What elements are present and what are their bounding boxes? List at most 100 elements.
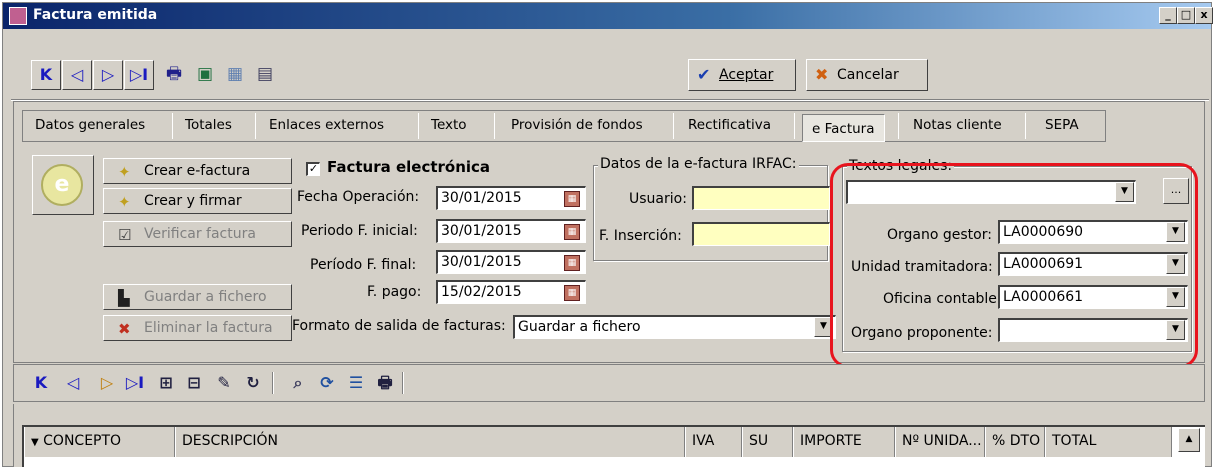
grid-refresh-icon[interactable]: ↻ — [242, 371, 264, 395]
efactura-gear-icon: ✦ — [118, 163, 131, 181]
cancel-button[interactable]: ✖ Cancelar — [806, 59, 928, 91]
f-pago-label: F. pago: — [367, 284, 422, 300]
grid-delete-icon[interactable]: ⊟ — [183, 371, 205, 395]
tab-provision-fondos[interactable]: Provisión de fondos — [502, 111, 652, 141]
last-record-button[interactable]: ▷I — [124, 60, 154, 90]
first-record-button[interactable]: K — [31, 60, 61, 90]
grid-col-concepto[interactable]: ▼ CONCEPTO — [25, 427, 175, 457]
efactura-sign-icon: ✦ — [118, 193, 131, 211]
tab-divider — [794, 113, 795, 139]
insercion-field[interactable] — [692, 222, 830, 246]
insercion-label: F. Inserción: — [599, 228, 682, 244]
chevron-down-icon: ▼ — [820, 321, 827, 331]
tab-texto[interactable]: Texto — [422, 111, 476, 141]
grid-last-icon[interactable]: ▷I — [124, 371, 146, 395]
grid-col-iva[interactable]: IVA — [686, 427, 742, 457]
document-gear-icon[interactable]: ▣ — [193, 62, 217, 86]
tab-rectificativa[interactable]: Rectificativa — [679, 111, 781, 141]
next-icon: ▷ — [101, 65, 115, 84]
app-icon — [9, 7, 27, 25]
window-title: Factura emitida — [33, 7, 158, 23]
calendar-icon[interactable]: ▦ — [564, 285, 580, 301]
crear-efactura-button[interactable]: ✦ Crear e-factura — [103, 158, 292, 184]
verificar-label: Verificar factura — [144, 226, 256, 242]
eliminar-factura-button[interactable]: ✖ Eliminar la factura — [103, 315, 292, 341]
irfac-group — [593, 165, 828, 261]
grid-scroll-up-button[interactable]: ▲ — [1178, 428, 1200, 452]
calendar-icon[interactable]: ▦ — [564, 224, 580, 240]
grid-col-concepto-label: CONCEPTO — [43, 433, 122, 449]
printer-icon[interactable]: ▤ — [253, 62, 277, 86]
crear-firmar-button[interactable]: ✦ Crear y firmar — [103, 188, 292, 214]
chevron-up-icon: ▲ — [1185, 434, 1193, 444]
calendar-icon[interactable]: ▦ — [564, 191, 580, 207]
tab-divider — [172, 113, 173, 139]
minimize-button[interactable]: _ — [1159, 7, 1177, 24]
grid-list-icon[interactable]: ☰ — [345, 371, 367, 395]
close-button[interactable]: x — [1195, 7, 1213, 24]
periodo-final-label: Período F. final: — [310, 257, 417, 273]
save-file-icon: ▙ — [118, 289, 130, 307]
tab-divider — [673, 113, 674, 139]
image-icon[interactable]: ▦ — [223, 62, 247, 86]
crear-firmar-label: Crear y firmar — [144, 193, 242, 209]
verify-doc-icon: ☑ — [118, 226, 132, 244]
grid-first-icon[interactable]: K — [30, 371, 52, 395]
check-icon: ✔ — [697, 65, 711, 84]
grid-next-icon[interactable]: ▷ — [96, 371, 118, 395]
sort-down-icon: ▼ — [31, 437, 39, 448]
tab-divider — [1025, 113, 1026, 139]
next-record-button[interactable]: ▷ — [93, 60, 123, 90]
accept-label: Aceptar — [719, 67, 774, 83]
last-icon: ▷I — [129, 65, 149, 84]
prev-record-button[interactable]: ◁ — [62, 60, 92, 90]
efactura-logo: e — [32, 155, 94, 215]
usuario-field[interactable] — [692, 186, 830, 210]
toolbar-divider — [272, 372, 274, 394]
cancel-label: Cancelar — [837, 67, 899, 83]
irfac-group-title: Datos de la e-factura IRFAC: — [598, 156, 799, 172]
cancel-x-icon: ✖ — [815, 65, 829, 84]
factura-electronica-checkbox[interactable]: ✓ — [306, 162, 320, 176]
grid-edit-icon[interactable]: ✎ — [213, 371, 235, 395]
guardar-label: Guardar a fichero — [144, 289, 267, 305]
tab-datos-generales[interactable]: Datos generales — [26, 111, 155, 141]
grid-col-dto[interactable]: % DTO — [986, 427, 1045, 457]
tab-totales[interactable]: Totales — [176, 111, 241, 141]
tab-notas-cliente[interactable]: Notas cliente — [904, 111, 1011, 141]
verificar-button[interactable]: ☑ Verificar factura — [103, 221, 292, 247]
first-icon: K — [39, 65, 53, 84]
red-highlight-box — [830, 163, 1198, 368]
grid-col-importe[interactable]: IMPORTE — [794, 427, 895, 457]
eliminar-label: Eliminar la factura — [144, 320, 273, 336]
tab-efactura[interactable]: e Factura — [802, 114, 885, 142]
grid-prev-icon[interactable]: ◁ — [62, 371, 84, 395]
calendar-icon[interactable]: ▦ — [564, 255, 580, 271]
grid-col-su[interactable]: SU — [743, 427, 793, 457]
formato-salida-label: Formato de salida de facturas: — [292, 318, 506, 334]
prev-icon: ◁ — [70, 65, 84, 84]
guardar-fichero-button[interactable]: ▙ Guardar a fichero — [103, 284, 292, 310]
tab-sepa[interactable]: SEPA — [1036, 111, 1088, 141]
grid-insert-icon[interactable]: ⊞ — [155, 371, 177, 395]
tab-enlaces-externos[interactable]: Enlaces externos — [260, 111, 393, 141]
grid-sync-icon[interactable]: ⟳ — [316, 371, 338, 395]
tab-divider — [255, 113, 256, 139]
maximize-button[interactable]: □ — [1177, 7, 1195, 24]
grid-print-icon[interactable]: 🖶 — [374, 371, 396, 395]
grid-search-icon[interactable]: ⌕ — [287, 371, 309, 395]
efactura-e-icon: e — [41, 164, 83, 206]
title-bar[interactable]: Factura emitida _ □ x — [3, 3, 1213, 29]
grid-col-total[interactable]: TOTAL — [1046, 427, 1172, 457]
crear-efactura-label: Crear e-factura — [144, 163, 251, 179]
toolbar-divider — [402, 372, 404, 394]
formato-salida-select[interactable]: Guardar a fichero — [513, 315, 836, 339]
tab-divider — [418, 113, 419, 139]
delete-icon: ✖ — [118, 320, 131, 338]
accept-button[interactable]: ✔ Aceptar — [688, 59, 796, 91]
grid-col-descripcion[interactable]: DESCRIPCIÓN — [176, 427, 685, 457]
grid-col-unidades[interactable]: Nº UNIDA... — [896, 427, 985, 457]
tab-divider — [898, 113, 899, 139]
print-icon[interactable]: 🖶 — [162, 62, 186, 86]
tab-divider — [494, 113, 495, 139]
